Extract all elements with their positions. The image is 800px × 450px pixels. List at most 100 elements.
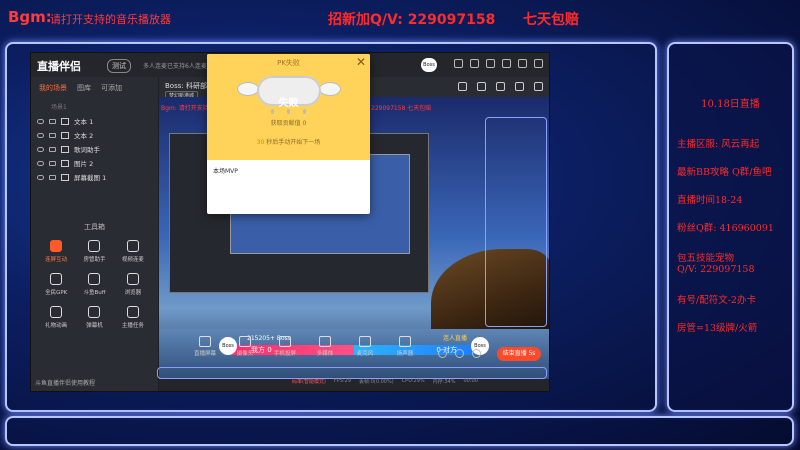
tool-gift-anim[interactable]: 礼物动画 <box>37 306 75 329</box>
control-phone[interactable]: 手机投屏 <box>270 336 300 357</box>
source-label: 歌词助手 <box>74 146 100 154</box>
refund-text: 七天包赔 <box>523 12 579 28</box>
memory-status: 内存:34% <box>432 379 456 385</box>
minimize-icon[interactable] <box>502 59 511 68</box>
source-item[interactable]: 文本 1 <box>31 114 158 128</box>
control-media[interactable]: 多媒体 <box>310 336 340 357</box>
source-item[interactable]: 文本 2 <box>31 128 158 142</box>
lock-icon[interactable] <box>49 160 56 166</box>
info-line: Q/V: 229097158 <box>677 264 755 275</box>
tool-screen-interact[interactable]: 连屏互动 <box>37 240 75 263</box>
settings-icon[interactable] <box>470 59 479 68</box>
tab-gallery[interactable]: 图库 <box>77 83 91 93</box>
control-camera[interactable]: 摄像头 <box>230 336 260 357</box>
end-live-button[interactable]: 结束直播 5s <box>497 347 541 361</box>
menu-icon[interactable] <box>486 59 495 68</box>
version-badge[interactable]: 测试 <box>107 59 131 73</box>
tutorial-link[interactable]: 斗鱼直播伴侣使用教程 <box>35 378 95 387</box>
control-screen[interactable]: 直播屏幕 <box>190 336 220 357</box>
screen-capture-icon <box>61 173 69 181</box>
scene-sidebar: 我的场景 图库 可添加 场景1 文本 1 文本 2 歌词助手 图片 2 屏幕截图… <box>31 77 159 391</box>
preview-tools <box>458 82 543 91</box>
tool-buff[interactable]: 斗鱼Buff <box>75 273 113 296</box>
tool-tasks[interactable]: 主播任务 <box>114 306 152 329</box>
next-round-countdown: 30 秒后手动开始下一场 <box>256 139 321 146</box>
image-source-icon <box>61 159 69 167</box>
tool-danmaku[interactable]: 弹幕机 <box>75 306 113 329</box>
maximize-icon[interactable] <box>518 59 527 68</box>
tab-my-scenes[interactable]: 我的场景 <box>39 83 67 93</box>
nested-info-frame <box>485 117 547 327</box>
bitrate-status: 码率(智能模式) <box>292 379 326 385</box>
media-icon <box>319 336 331 347</box>
screen-icon <box>199 336 211 347</box>
mvp-label: 本场MVP <box>213 168 238 175</box>
layout-icon[interactable] <box>458 82 467 91</box>
fps-status: FPS:29 <box>333 378 352 384</box>
eye-icon[interactable] <box>37 174 44 180</box>
record-icon[interactable] <box>438 349 447 358</box>
user-icon <box>88 240 101 252</box>
buff-icon <box>88 273 101 285</box>
app-logo: 直播伴侣 <box>37 60 81 73</box>
share-icon[interactable] <box>534 82 543 91</box>
eye-icon[interactable] <box>37 118 44 124</box>
eye-icon[interactable] <box>37 160 44 166</box>
source-label: 文本 2 <box>74 132 94 140</box>
music-source-icon <box>61 145 69 153</box>
live-time: 00:00 <box>463 378 478 384</box>
info-line: 最新BB攻略 Q群/鱼吧 <box>677 167 772 178</box>
contribution-text: 获取贡献值 0 <box>270 120 307 127</box>
message-icon[interactable] <box>454 59 463 68</box>
tab-addable[interactable]: 可添加 <box>101 83 122 93</box>
tool-video-link[interactable]: 视频连麦 <box>114 240 152 263</box>
camera-icon <box>239 336 251 347</box>
eye-icon[interactable] <box>37 132 44 138</box>
info-line: 粉丝Q群: 416960091 <box>677 223 774 234</box>
control-mic[interactable]: 麦克风 <box>350 336 380 357</box>
close-icon[interactable]: ✕ <box>356 55 366 69</box>
interact-icon <box>50 240 63 252</box>
tool-room-manager[interactable]: 房管助手 <box>75 240 113 263</box>
eye-icon[interactable] <box>37 146 44 152</box>
refresh-icon[interactable] <box>496 82 505 91</box>
boss-avatar[interactable]: Boss <box>421 58 437 72</box>
raindrop-icon <box>271 109 274 114</box>
lock-icon[interactable] <box>477 82 486 91</box>
source-label: 图片 2 <box>74 160 94 168</box>
extra-controls <box>438 349 481 358</box>
info-line: 有号/配符文-2办卡 <box>677 295 756 306</box>
gift-icon <box>50 306 63 318</box>
info-panel-frame: 10.18日直播 主播区服: 风云再起 最新BB攻略 Q群/鱼吧 直播时间18-… <box>667 42 794 412</box>
source-controls: 直播屏幕 摄像头 手机投屏 多媒体 麦克风 扬声器 <box>190 336 420 357</box>
close-icon[interactable] <box>534 59 543 68</box>
preview-marquee-right: 229097158 七天包赔 <box>371 105 432 112</box>
info-line: 房管=13级牌/火箭 <box>677 323 758 334</box>
stream-overlay-top: Bgm: 请打开支持的音乐播放器 招新加Q/V: 229097158 七天包赔 <box>8 8 800 34</box>
source-item[interactable]: 屏幕截图 1 <box>31 170 158 184</box>
tool-browser[interactable]: 浏览器 <box>114 273 152 296</box>
gear-icon[interactable] <box>472 349 481 358</box>
video-link-icon <box>126 240 139 252</box>
scene-row[interactable]: 场景1 <box>31 99 158 114</box>
toolbox-title: 工具箱 <box>84 223 105 231</box>
lock-icon[interactable] <box>49 174 56 180</box>
eye-icon[interactable] <box>455 349 464 358</box>
toolbox-grid: 连屏互动 房管助手 视频连麦 全民GPK 斗鱼Buff 浏览器 礼物动画 弹幕机… <box>31 232 158 329</box>
browser-icon <box>126 273 139 285</box>
bgm-text: 请打开支持的音乐播放器 <box>50 13 171 26</box>
source-item[interactable]: 图片 2 <box>31 156 158 170</box>
tool-pk[interactable]: 全民GPK <box>37 273 75 296</box>
lock-icon[interactable] <box>49 146 56 152</box>
status-bar: 码率(智能模式) FPS:29 丢帧:0(0.00%) CPU:29% 内存:3… <box>292 378 478 385</box>
sidebar-tabs: 我的场景 图库 可添加 <box>31 77 158 99</box>
task-icon <box>126 306 139 318</box>
source-item[interactable]: 歌词助手 <box>31 142 158 156</box>
info-heading: 10.18日直播 <box>701 99 760 110</box>
lock-icon[interactable] <box>49 118 56 124</box>
pk-icon <box>50 273 63 285</box>
control-speaker[interactable]: 扬声器 <box>390 336 420 357</box>
bell-icon[interactable] <box>515 82 524 91</box>
info-line: 主播区服: 风云再起 <box>677 139 760 150</box>
lock-icon[interactable] <box>49 132 56 138</box>
